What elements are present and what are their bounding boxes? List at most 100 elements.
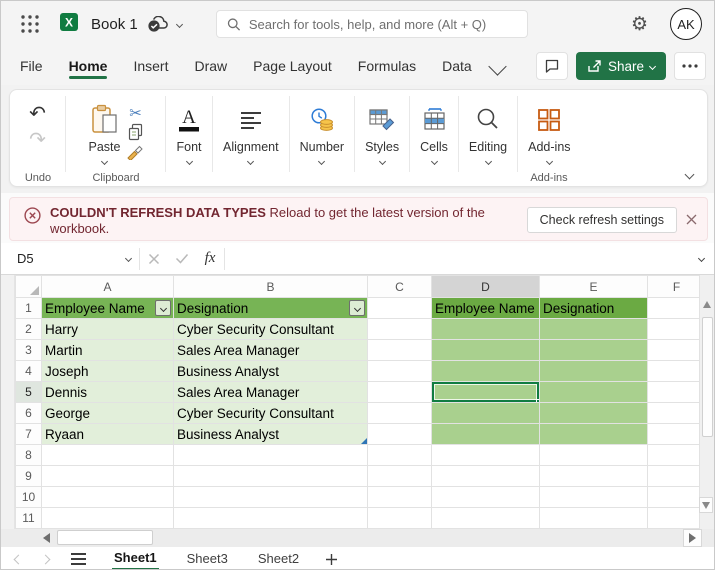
cell-C3[interactable]	[368, 340, 432, 361]
cell-E11[interactable]	[540, 508, 648, 529]
col-header-F[interactable]: F	[648, 276, 706, 298]
cell-A1[interactable]: Employee Name	[42, 298, 174, 319]
horizontal-scrollbar[interactable]	[1, 529, 715, 547]
menu-tab-file[interactable]: File	[7, 50, 56, 83]
cell-E10[interactable]	[540, 487, 648, 508]
add-sheet-button[interactable]	[325, 553, 338, 566]
cell-E8[interactable]	[540, 445, 648, 466]
cell-E5[interactable]	[540, 382, 648, 403]
document-title[interactable]: Book 1	[91, 16, 138, 33]
cell-B7[interactable]: Business Analyst	[174, 424, 368, 445]
cell-E6[interactable]	[540, 403, 648, 424]
cell-E2[interactable]	[540, 319, 648, 340]
cell-F2[interactable]	[648, 319, 706, 340]
cell-D7[interactable]	[432, 424, 540, 445]
cell-B1[interactable]: Designation	[174, 298, 368, 319]
cell-A2[interactable]: Harry	[42, 319, 174, 340]
row-header-4[interactable]: 4	[16, 361, 42, 382]
menu-tab-draw[interactable]: Draw	[181, 50, 240, 83]
formula-input[interactable]	[225, 243, 699, 274]
menu-tab-data[interactable]: Data	[429, 50, 485, 83]
name-box[interactable]: D5	[13, 247, 139, 271]
row-header-9[interactable]: 9	[16, 466, 42, 487]
cell-F10[interactable]	[648, 487, 706, 508]
cell-B10[interactable]	[174, 487, 368, 508]
cell-F6[interactable]	[648, 403, 706, 424]
filter-button-B1[interactable]	[349, 300, 365, 316]
cell-C8[interactable]	[368, 445, 432, 466]
cell-F4[interactable]	[648, 361, 706, 382]
cell-B2[interactable]: Cyber Security Consultant	[174, 319, 368, 340]
next-sheet-icon[interactable]	[41, 554, 51, 564]
ribbon-number-button[interactable]: Number	[290, 96, 354, 164]
sheet-tab-sheet2[interactable]: Sheet2	[256, 549, 301, 569]
cell-A3[interactable]: Martin	[42, 340, 174, 361]
cell-A6[interactable]: George	[42, 403, 174, 424]
app-launcher-icon[interactable]	[17, 11, 43, 37]
ribbon-cells-button[interactable]: Cells	[410, 96, 458, 164]
all-sheets-menu-icon[interactable]	[71, 553, 86, 564]
row-header-7[interactable]: 7	[16, 424, 42, 445]
cell-A7[interactable]: Ryaan	[42, 424, 174, 445]
scroll-up-arrow-icon[interactable]	[703, 301, 711, 308]
cell-B4[interactable]: Business Analyst	[174, 361, 368, 382]
menu-tab-formulas[interactable]: Formulas	[345, 50, 429, 83]
cell-C10[interactable]	[368, 487, 432, 508]
ribbon-editing-button[interactable]: Editing	[459, 96, 517, 164]
menu-tab-home[interactable]: Home	[56, 50, 121, 83]
vertical-scroll-thumb[interactable]	[702, 317, 713, 437]
search-input[interactable]	[249, 17, 517, 32]
filter-button-A1[interactable]	[155, 300, 171, 316]
cell-E9[interactable]	[540, 466, 648, 487]
col-header-A[interactable]: A	[42, 276, 174, 298]
cell-E1[interactable]: Designation	[540, 298, 648, 319]
cell-A11[interactable]	[42, 508, 174, 529]
cell-D6[interactable]	[432, 403, 540, 424]
col-header-E[interactable]: E	[540, 276, 648, 298]
cell-D2[interactable]	[432, 319, 540, 340]
cell-F7[interactable]	[648, 424, 706, 445]
cell-C1[interactable]	[368, 298, 432, 319]
cell-D10[interactable]	[432, 487, 540, 508]
menu-overflow-chevron-icon[interactable]	[488, 57, 506, 75]
format-painter-button[interactable]	[124, 141, 146, 160]
cell-F1[interactable]	[648, 298, 706, 319]
cell-A8[interactable]	[42, 445, 174, 466]
previous-sheet-icon[interactable]	[14, 554, 24, 564]
cell-C7[interactable]	[368, 424, 432, 445]
cell-D9[interactable]	[432, 466, 540, 487]
check-refresh-settings-button[interactable]: Check refresh settings	[527, 207, 677, 233]
cell-D4[interactable]	[432, 361, 540, 382]
row-header-11[interactable]: 11	[16, 508, 42, 529]
cell-A9[interactable]	[42, 466, 174, 487]
cell-B3[interactable]: Sales Area Manager	[174, 340, 368, 361]
menu-tab-page-layout[interactable]: Page Layout	[240, 50, 345, 83]
cell-D8[interactable]	[432, 445, 540, 466]
cell-C4[interactable]	[368, 361, 432, 382]
cell-F11[interactable]	[648, 508, 706, 529]
undo-button[interactable]: ↶	[29, 102, 46, 124]
title-dropdown-icon[interactable]	[176, 20, 183, 27]
vertical-scrollbar[interactable]	[699, 275, 714, 529]
row-header-10[interactable]: 10	[16, 487, 42, 508]
cell-C11[interactable]	[368, 508, 432, 529]
cell-C2[interactable]	[368, 319, 432, 340]
row-header-8[interactable]: 8	[16, 445, 42, 466]
scroll-left-arrow-icon[interactable]	[43, 533, 50, 543]
sheet-tab-sheet3[interactable]: Sheet3	[185, 549, 230, 569]
menu-tab-insert[interactable]: Insert	[120, 50, 181, 83]
cell-C9[interactable]	[368, 466, 432, 487]
table-resize-handle[interactable]	[361, 438, 367, 444]
more-options-button[interactable]	[674, 52, 706, 80]
cell-E3[interactable]	[540, 340, 648, 361]
account-avatar[interactable]: AK	[670, 8, 702, 40]
cell-C6[interactable]	[368, 403, 432, 424]
cell-B9[interactable]	[174, 466, 368, 487]
cell-D5[interactable]	[432, 382, 540, 403]
cell-E4[interactable]	[540, 361, 648, 382]
row-header-3[interactable]: 3	[16, 340, 42, 361]
paste-button[interactable]: Paste	[79, 96, 123, 164]
select-all-corner[interactable]	[16, 276, 42, 298]
cell-D1[interactable]: Employee Name	[432, 298, 540, 319]
col-header-B[interactable]: B	[174, 276, 368, 298]
